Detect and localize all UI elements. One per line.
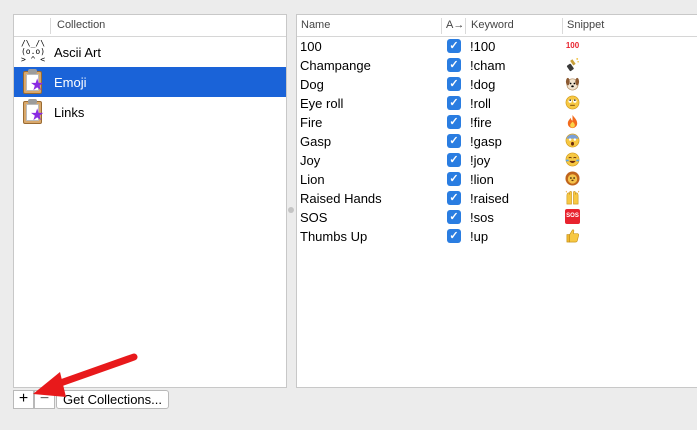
snippets-table: Name A→ Keyword Snippet 100 ✓ !100 100 C… <box>296 14 697 388</box>
table-row[interactable]: Lion ✓ !lion <box>297 170 697 189</box>
collection-label: Ascii Art <box>54 44 101 60</box>
add-collection-button[interactable]: + <box>13 390 34 409</box>
collection-label: Emoji <box>54 74 87 90</box>
auto-expand-column-header[interactable]: A→ <box>446 19 464 31</box>
tears-of-joy-face-icon <box>565 152 580 167</box>
snippet-name: Thumbs Up <box>300 229 368 244</box>
fire-icon <box>567 114 578 129</box>
collection-item-emoji[interactable]: ★ Emoji <box>14 67 286 97</box>
table-row[interactable]: Joy ✓ !joy <box>297 151 697 170</box>
thumbs-up-icon <box>566 229 579 243</box>
sos-button-icon: SOS <box>565 209 580 224</box>
collection-item-ascii-art[interactable]: /\_/\ (o.o) > ^ < Ascii Art <box>14 37 286 67</box>
auto-expand-checkbox[interactable]: ✓ <box>447 172 461 186</box>
auto-expand-checkbox[interactable]: ✓ <box>447 96 461 110</box>
collection-column-header[interactable]: Collection <box>57 19 105 31</box>
snippets-rows: 100 ✓ !100 100 Champange ✓ !cham Dog ✓ !… <box>297 37 697 246</box>
snippet-name: Champange <box>300 58 371 73</box>
snippet-keyword: !raised <box>470 191 510 206</box>
snippet-keyword: !dog <box>470 77 496 92</box>
snippet-name: Gasp <box>300 134 332 149</box>
collection-item-links[interactable]: ★ Links <box>14 97 286 127</box>
hundred-points-icon: 100 <box>565 41 580 50</box>
champagne-bottle-icon <box>566 57 579 72</box>
snippet-keyword: !gasp <box>470 134 502 149</box>
snippets-table-header: Name A→ Keyword Snippet <box>297 15 697 37</box>
auto-expand-checkbox[interactable]: ✓ <box>447 210 461 224</box>
column-separator <box>465 18 466 34</box>
auto-expand-checkbox[interactable]: ✓ <box>447 191 461 205</box>
clipboard-star-icon: ★ <box>20 69 46 95</box>
lion-face-icon <box>565 171 580 186</box>
snippet-name: Fire <box>300 115 323 130</box>
collection-label: Links <box>54 104 85 120</box>
auto-expand-checkbox[interactable]: ✓ <box>447 229 461 243</box>
snippet-keyword: !100 <box>470 39 496 54</box>
column-separator <box>562 18 563 34</box>
dog-face-icon <box>565 77 580 91</box>
snippet-name: 100 <box>300 39 322 54</box>
auto-expand-checkbox[interactable]: ✓ <box>447 115 461 129</box>
collections-header: Collection <box>14 15 286 37</box>
remove-collection-button[interactable]: − <box>34 390 55 409</box>
ascii-cat-art: /\_/\ (o.o) > ^ < <box>20 39 46 64</box>
eye-roll-face-icon <box>565 95 580 110</box>
clipboard-star-icon: ★ <box>20 99 46 125</box>
table-row[interactable]: Gasp ✓ !gasp <box>297 132 697 151</box>
snippet-name: Dog <box>300 77 324 92</box>
table-row[interactable]: Raised Hands ✓ !raised <box>297 189 697 208</box>
screaming-face-icon <box>565 133 580 148</box>
snippet-column-header[interactable]: Snippet <box>567 19 604 31</box>
snippet-name: Eye roll <box>300 96 344 111</box>
snippet-keyword: !fire <box>470 115 492 130</box>
table-row[interactable]: Champange ✓ !cham <box>297 56 697 75</box>
auto-expand-checkbox[interactable]: ✓ <box>447 39 461 53</box>
table-row[interactable]: Thumbs Up ✓ !up <box>297 227 697 246</box>
keyword-column-header[interactable]: Keyword <box>471 19 514 31</box>
snippet-keyword: !lion <box>470 172 494 187</box>
ascii-cat-icon: /\_/\ (o.o) > ^ < <box>20 39 46 65</box>
split-view-divider-handle[interactable] <box>288 207 294 213</box>
raised-hands-icon <box>565 190 580 205</box>
name-column-header[interactable]: Name <box>301 19 330 31</box>
snippet-name: SOS <box>300 210 328 225</box>
auto-expand-checkbox[interactable]: ✓ <box>447 134 461 148</box>
table-row[interactable]: SOS ✓ !sos SOS <box>297 208 697 227</box>
snippet-keyword: !cham <box>470 58 506 73</box>
table-row[interactable]: Eye roll ✓ !roll <box>297 94 697 113</box>
snippet-keyword: !joy <box>470 153 491 168</box>
auto-expand-checkbox[interactable]: ✓ <box>447 58 461 72</box>
column-separator <box>441 18 442 34</box>
table-row[interactable]: 100 ✓ !100 100 <box>297 37 697 56</box>
table-row[interactable]: Dog ✓ !dog <box>297 75 697 94</box>
collections-panel: Collection /\_/\ (o.o) > ^ < Ascii Art ★… <box>13 14 287 388</box>
column-separator <box>50 18 51 34</box>
auto-expand-checkbox[interactable]: ✓ <box>447 77 461 91</box>
snippet-keyword: !up <box>470 229 489 244</box>
table-row[interactable]: Fire ✓ !fire <box>297 113 697 132</box>
snippet-keyword: !sos <box>470 210 494 225</box>
auto-expand-checkbox[interactable]: ✓ <box>447 153 461 167</box>
snippet-name: Joy <box>300 153 321 168</box>
snippet-name: Raised Hands <box>300 191 382 206</box>
snippet-keyword: !roll <box>470 96 491 111</box>
snippet-name: Lion <box>300 172 325 187</box>
get-collections-button[interactable]: Get Collections... <box>56 390 169 409</box>
